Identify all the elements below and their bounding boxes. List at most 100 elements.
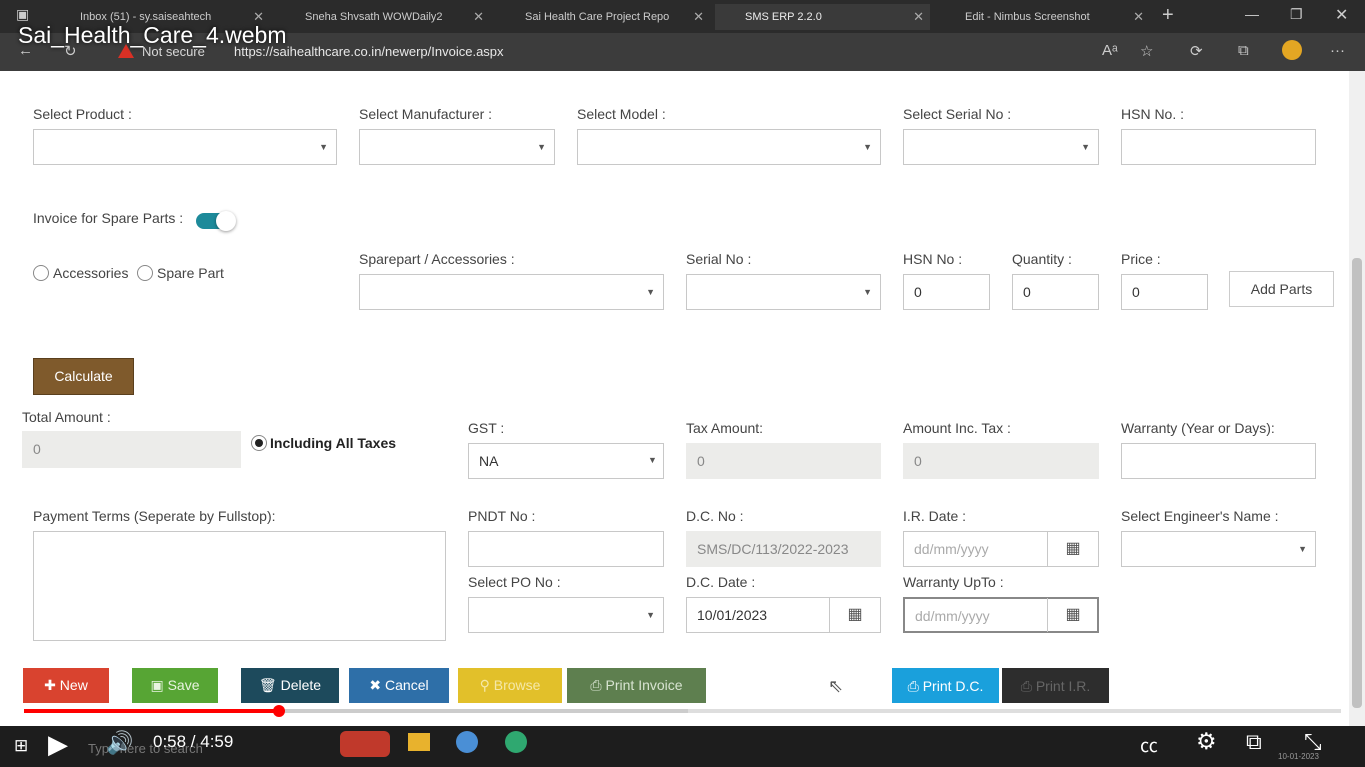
taskbar-app-icon[interactable]: [340, 731, 390, 757]
gear-icon[interactable]: ⚙: [1196, 728, 1217, 755]
print-ir-button[interactable]: ⎙ Print I.R.: [1002, 668, 1109, 703]
hsn-label: HSN No. :: [1121, 106, 1185, 122]
extensions-icon[interactable]: ⟳: [1190, 42, 1203, 60]
miniplayer-icon[interactable]: ⧉: [1246, 729, 1262, 755]
including-taxes-label: Including All Taxes: [270, 435, 397, 451]
save-icon: ▣: [150, 677, 168, 693]
volume-icon[interactable]: 🔊: [106, 730, 133, 756]
new-tab-icon[interactable]: +: [1162, 4, 1174, 27]
select-serial-dropdown[interactable]: ▼: [903, 129, 1099, 165]
total-amount-label: Total Amount :: [22, 409, 111, 425]
browser-tab-wow[interactable]: Sneha Shvsath WOWDaily2 ✕: [275, 4, 490, 30]
minimize-icon[interactable]: —: [1245, 6, 1259, 22]
browser-tab-nimbus[interactable]: Edit - Nimbus Screenshot ✕: [935, 4, 1150, 30]
taskbar-clock-date: 10-01-2023: [1278, 752, 1319, 761]
toggle-knob: [216, 211, 236, 231]
read-aloud-icon[interactable]: Aᵃ: [1102, 42, 1118, 59]
caret-down-icon: ▼: [1298, 544, 1307, 554]
select-manufacturer-dropdown[interactable]: ▼: [359, 129, 555, 165]
warranty-label: Warranty (Year or Days):: [1121, 420, 1275, 436]
amount-inc-tax-input[interactable]: 0: [903, 443, 1099, 479]
serial-no-dropdown[interactable]: ▼: [686, 274, 881, 310]
close-icon[interactable]: ✕: [693, 4, 704, 30]
select-po-label: Select PO No :: [468, 574, 561, 590]
caret-down-icon: ▼: [646, 610, 655, 620]
printer-icon: ⎙: [1020, 678, 1036, 694]
quantity-input[interactable]: 0: [1012, 274, 1099, 310]
spare-parts-toggle[interactable]: [196, 211, 236, 231]
caret-down-icon: ▼: [537, 142, 546, 152]
delete-button[interactable]: 🗑 Delete: [241, 668, 339, 703]
select-product-dropdown[interactable]: ▼: [33, 129, 337, 165]
tab-label: Sneha Shvsath WOWDaily2: [305, 11, 443, 23]
calendar-icon[interactable]: ▦: [1047, 598, 1098, 632]
dc-no-input[interactable]: SMS/DC/113/2022-2023: [686, 531, 881, 567]
file-explorer-icon[interactable]: [408, 733, 430, 751]
caret-down-icon: ▼: [1081, 142, 1090, 152]
browser-tab-sms-erp[interactable]: SMS ERP 2.2.0 ✕: [715, 4, 930, 30]
close-icon[interactable]: ✕: [1133, 4, 1144, 30]
gst-dropdown[interactable]: NA: [468, 443, 664, 479]
play-icon[interactable]: ▶: [48, 729, 68, 760]
calendar-icon[interactable]: ▦: [829, 598, 880, 632]
including-taxes-radio[interactable]: [251, 435, 267, 451]
pndt-input[interactable]: [468, 531, 664, 567]
delete-button-label: Delete: [280, 677, 322, 693]
caret-down-icon: ▼: [863, 142, 872, 152]
browse-button[interactable]: ⚲ Browse: [458, 668, 562, 703]
tab-actions-icon[interactable]: ▣: [16, 6, 29, 23]
payment-terms-textarea[interactable]: [33, 531, 446, 641]
favorite-icon[interactable]: ☆: [1140, 42, 1153, 60]
add-parts-button[interactable]: Add Parts: [1229, 271, 1334, 307]
scrollbar-thumb[interactable]: [1352, 258, 1362, 708]
total-amount-input[interactable]: 0: [22, 431, 241, 468]
chrome-icon[interactable]: [456, 731, 478, 753]
spare-part-label: Spare Part: [157, 265, 224, 281]
print-dc-button[interactable]: ⎙ Print D.C.: [892, 668, 999, 703]
ir-date-label: I.R. Date :: [903, 508, 967, 524]
edge-icon[interactable]: [505, 731, 527, 753]
avatar[interactable]: [1282, 40, 1302, 60]
accessories-radio[interactable]: [33, 265, 49, 281]
warranty-input[interactable]: [1121, 443, 1316, 479]
close-window-icon[interactable]: ✕: [1335, 5, 1348, 25]
select-po-dropdown[interactable]: ▼: [468, 597, 664, 633]
save-button[interactable]: ▣ Save: [132, 668, 218, 703]
price-input[interactable]: 0: [1121, 274, 1208, 310]
tab-label: Edit - Nimbus Screenshot: [965, 11, 1090, 23]
new-button[interactable]: ✚ New: [23, 668, 109, 703]
print-invoice-button[interactable]: ⎙ Print Invoice: [567, 668, 706, 703]
select-model-dropdown[interactable]: ▼: [577, 129, 881, 165]
mouse-cursor-icon: ⇖: [828, 676, 844, 696]
windows-start-icon[interactable]: ⊞: [14, 736, 28, 756]
caret-down-icon: ▼: [648, 455, 657, 465]
serial-no-label: Serial No :: [686, 251, 752, 267]
save-button-label: Save: [167, 677, 200, 693]
video-time: 0:58 / 4:59: [153, 732, 234, 751]
close-icon[interactable]: ✕: [913, 4, 924, 30]
progress-scrubber[interactable]: [273, 705, 285, 717]
hsn-input[interactable]: [1121, 129, 1316, 165]
engineer-dropdown[interactable]: ▼: [1121, 531, 1316, 567]
tax-amount-input[interactable]: 0: [686, 443, 881, 479]
cancel-button[interactable]: ✖ Cancel: [349, 668, 449, 703]
video-title[interactable]: Sai_Health_Care_4.webm: [18, 22, 287, 49]
collections-icon[interactable]: ⧉: [1238, 42, 1249, 59]
browser-tab-project[interactable]: Sai Health Care Project Repo ✕: [495, 4, 710, 30]
select-model-label: Select Model :: [577, 106, 666, 122]
sparepart-accessories-dropdown[interactable]: ▼: [359, 274, 664, 310]
caret-down-icon: ▼: [646, 287, 655, 297]
close-icon[interactable]: ✕: [473, 4, 484, 30]
dc-no-label: D.C. No :: [686, 508, 744, 524]
hsn-no-input[interactable]: 0: [903, 274, 990, 310]
spare-part-radio[interactable]: [137, 265, 153, 281]
print-invoice-label: Print Invoice: [605, 677, 683, 693]
video-progress-played: [24, 709, 279, 713]
print-dc-label: Print D.C.: [922, 678, 984, 694]
calculate-button[interactable]: Calculate: [33, 358, 134, 395]
select-manufacturer-label: Select Manufacturer :: [359, 106, 493, 122]
maximize-icon[interactable]: ❐: [1290, 6, 1303, 23]
calendar-icon[interactable]: ▦: [1047, 532, 1098, 566]
more-icon[interactable]: ···: [1330, 42, 1345, 59]
captions-icon[interactable]: ㏄: [1140, 732, 1158, 758]
